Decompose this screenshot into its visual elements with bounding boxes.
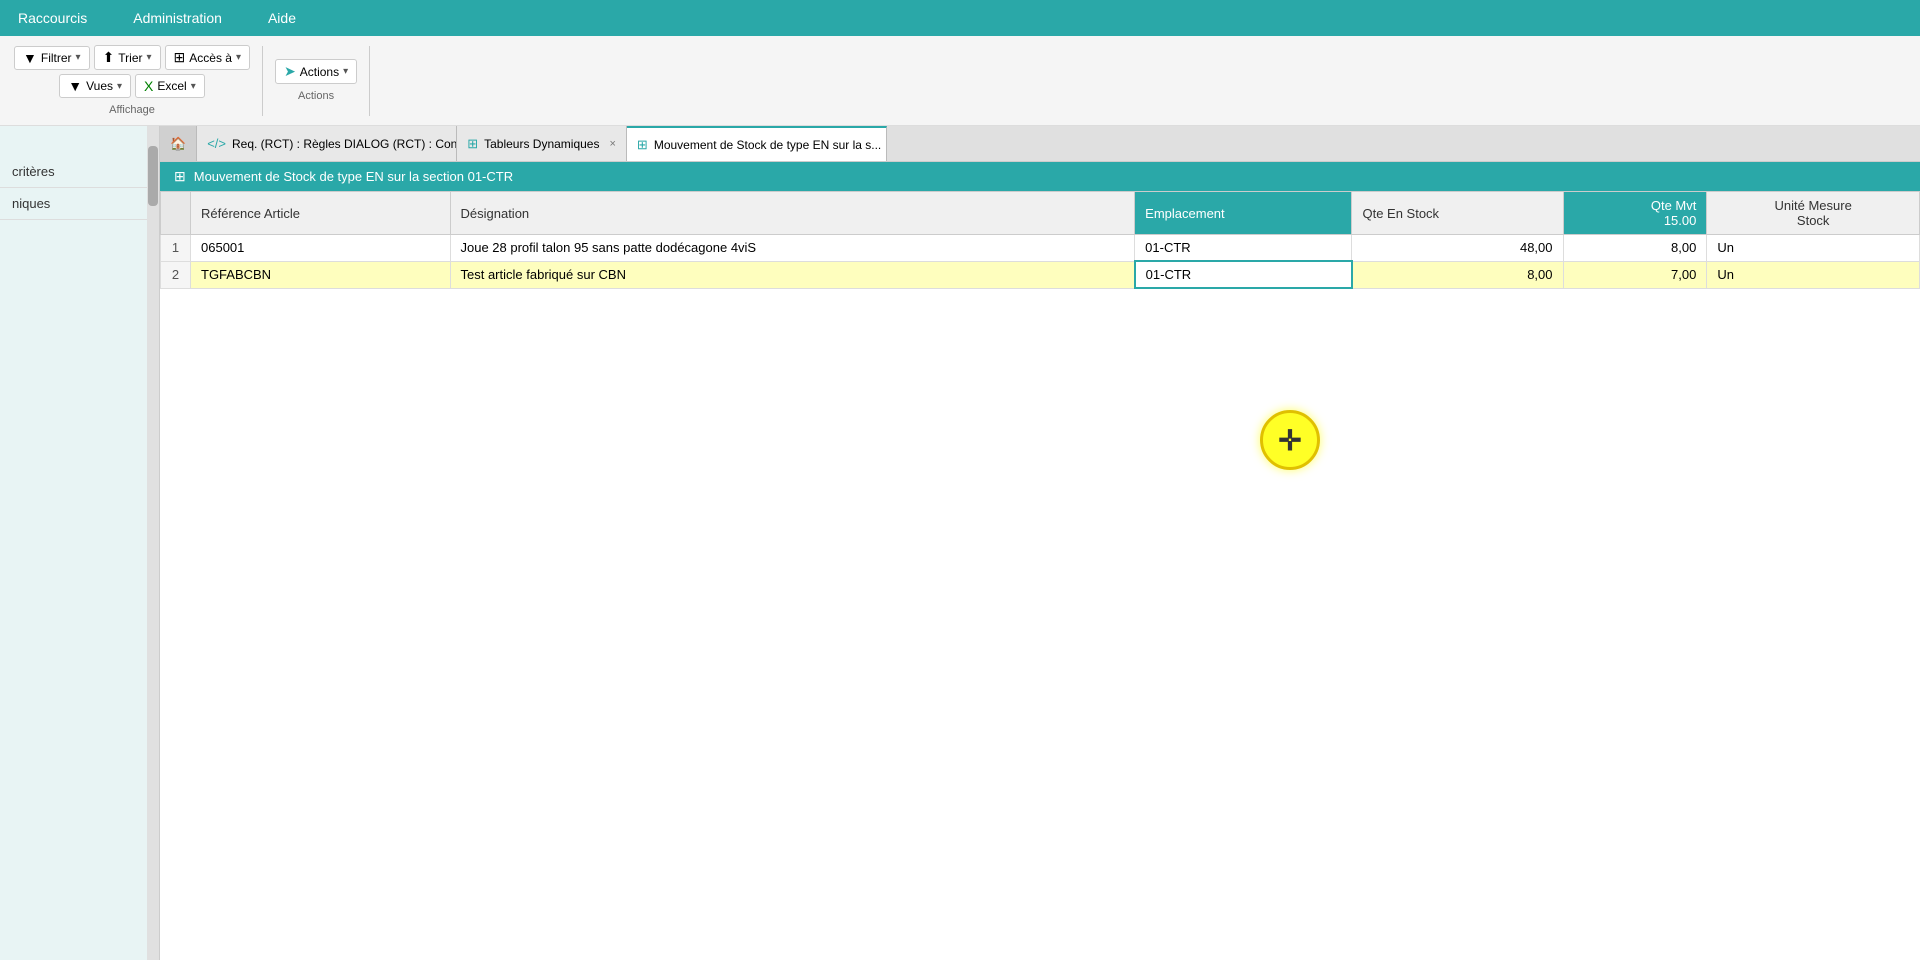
toolbar: ▼ Filtrer ▾ ⬆ Trier ▾ ⊞ Accès à ▾ ▼ Vues… xyxy=(0,36,1920,126)
vues-button[interactable]: ▼ Vues ▾ xyxy=(59,74,131,98)
row2-reference: TGFABCBN xyxy=(191,261,451,288)
data-table: Référence Article Désignation Emplacemen… xyxy=(160,191,1920,289)
table-row: 1 065001 Joue 28 profil talon 95 sans pa… xyxy=(161,235,1920,262)
tab-tableurs-close[interactable]: × xyxy=(609,138,615,150)
col-emplacement: Emplacement xyxy=(1135,192,1352,235)
acces-arrow: ▾ xyxy=(236,52,241,63)
row2-emplacement[interactable]: 01-CTR xyxy=(1135,261,1352,288)
menu-administration[interactable]: Administration xyxy=(125,6,230,30)
sidebar: × critères niques xyxy=(0,126,160,960)
document-title: Mouvement de Stock de type EN sur la sec… xyxy=(194,169,513,184)
main-content: × critères niques 🏠 </> Req. (RCT) : Règ… xyxy=(0,126,1920,960)
row1-designation: Joue 28 profil talon 95 sans patte dodéc… xyxy=(450,235,1135,262)
menu-raccourcis[interactable]: Raccourcis xyxy=(10,6,95,30)
tab-mouvement-label: Mouvement de Stock de type EN sur la s..… xyxy=(654,138,881,152)
trier-button[interactable]: ⬆ Trier ▾ xyxy=(94,45,161,70)
menu-aide[interactable]: Aide xyxy=(260,6,304,30)
col-qte-mvt: Qte Mvt 15.00 xyxy=(1563,192,1707,235)
tab-tableurs-icon: ⊞ xyxy=(467,136,478,152)
col-unite-label2: Stock xyxy=(1797,213,1830,228)
tab-tableurs-label: Tableurs Dynamiques xyxy=(484,137,599,151)
tab-req[interactable]: </> Req. (RCT) : Règles DIALOG (RCT) : C… xyxy=(197,126,457,161)
tab-mouvement-icon: ⊞ xyxy=(637,137,648,153)
table-row: 2 TGFABCBN Test article fabriqué sur CBN… xyxy=(161,261,1920,288)
filtrer-arrow: ▾ xyxy=(76,52,81,63)
tab-bar: 🏠 </> Req. (RCT) : Règles DIALOG (RCT) :… xyxy=(160,126,1920,162)
vues-icon: ▼ xyxy=(68,78,82,94)
excel-button[interactable]: X Excel ▾ xyxy=(135,74,205,98)
filtrer-button[interactable]: ▼ Filtrer ▾ xyxy=(14,46,90,70)
col-reference: Référence Article xyxy=(191,192,451,235)
toolbar-row-1: ▼ Filtrer ▾ ⬆ Trier ▾ ⊞ Accès à ▾ xyxy=(14,45,250,70)
col-qte-stock: Qte En Stock xyxy=(1352,192,1563,235)
row2-unite: Un xyxy=(1707,261,1920,288)
menu-bar: Raccourcis Administration Aide xyxy=(0,0,1920,36)
row2-designation: Test article fabriqué sur CBN xyxy=(450,261,1135,288)
row1-qte-stock: 48,00 xyxy=(1352,235,1563,262)
row1-unite: Un xyxy=(1707,235,1920,262)
vues-arrow: ▾ xyxy=(117,81,122,92)
col-qte-mvt-value: 15.00 xyxy=(1664,213,1697,228)
col-unite-label1: Unité Mesure xyxy=(1775,198,1852,213)
col-qte-mvt-label: Qte Mvt xyxy=(1651,198,1697,213)
col-designation: Désignation xyxy=(450,192,1135,235)
data-table-wrapper[interactable]: Référence Article Désignation Emplacemen… xyxy=(160,191,1920,960)
document-icon: ⊞ xyxy=(174,168,186,185)
excel-arrow: ▾ xyxy=(191,81,196,92)
excel-icon: X xyxy=(144,78,153,94)
actions-group: ➤ Actions ▾ Actions xyxy=(271,46,370,116)
row2-num: 2 xyxy=(161,261,191,288)
home-icon: 🏠 xyxy=(170,136,186,152)
row2-qte-mvt: 7,00 xyxy=(1563,261,1707,288)
col-num xyxy=(161,192,191,235)
actions-button[interactable]: ➤ Actions ▾ xyxy=(275,59,357,84)
actions-label: Actions xyxy=(298,90,334,102)
row1-emplacement: 01-CTR xyxy=(1135,235,1352,262)
sort-icon: ⬆ xyxy=(103,49,115,66)
acces-icon: ⊞ xyxy=(174,49,186,66)
sidebar-item-criteres[interactable]: critères xyxy=(0,156,159,188)
scroll-thumb xyxy=(148,146,158,206)
row1-reference: 065001 xyxy=(191,235,451,262)
home-button[interactable]: 🏠 xyxy=(160,126,197,161)
trier-arrow: ▾ xyxy=(147,52,152,63)
affichage-group: ▼ Filtrer ▾ ⬆ Trier ▾ ⊞ Accès à ▾ ▼ Vues… xyxy=(10,46,263,116)
row1-qte-mvt: 8,00 xyxy=(1563,235,1707,262)
tab-req-label: Req. (RCT) : Règles DIALOG (RCT) : Contr… xyxy=(232,137,457,151)
affichage-label: Affichage xyxy=(109,104,155,116)
tab-mouvement[interactable]: ⊞ Mouvement de Stock de type EN sur la s… xyxy=(627,126,887,161)
actions-row: ➤ Actions ▾ xyxy=(275,59,357,84)
sidebar-scrollbar[interactable] xyxy=(147,126,159,960)
document-header: ⊞ Mouvement de Stock de type EN sur la s… xyxy=(160,162,1920,191)
tab-req-icon: </> xyxy=(207,136,226,151)
toolbar-row-2: ▼ Vues ▾ X Excel ▾ xyxy=(59,74,205,98)
content-area: 🏠 </> Req. (RCT) : Règles DIALOG (RCT) :… xyxy=(160,126,1920,960)
row2-qte-stock: 8,00 xyxy=(1352,261,1563,288)
row1-num: 1 xyxy=(161,235,191,262)
actions-arrow: ▾ xyxy=(343,66,348,77)
filter-icon: ▼ xyxy=(23,50,37,66)
sidebar-item-niques[interactable]: niques xyxy=(0,188,159,220)
actions-icon: ➤ xyxy=(284,63,296,80)
tab-tableurs[interactable]: ⊞ Tableurs Dynamiques × xyxy=(457,126,627,161)
acces-button[interactable]: ⊞ Accès à ▾ xyxy=(165,45,250,70)
col-unite: Unité Mesure Stock xyxy=(1707,192,1920,235)
